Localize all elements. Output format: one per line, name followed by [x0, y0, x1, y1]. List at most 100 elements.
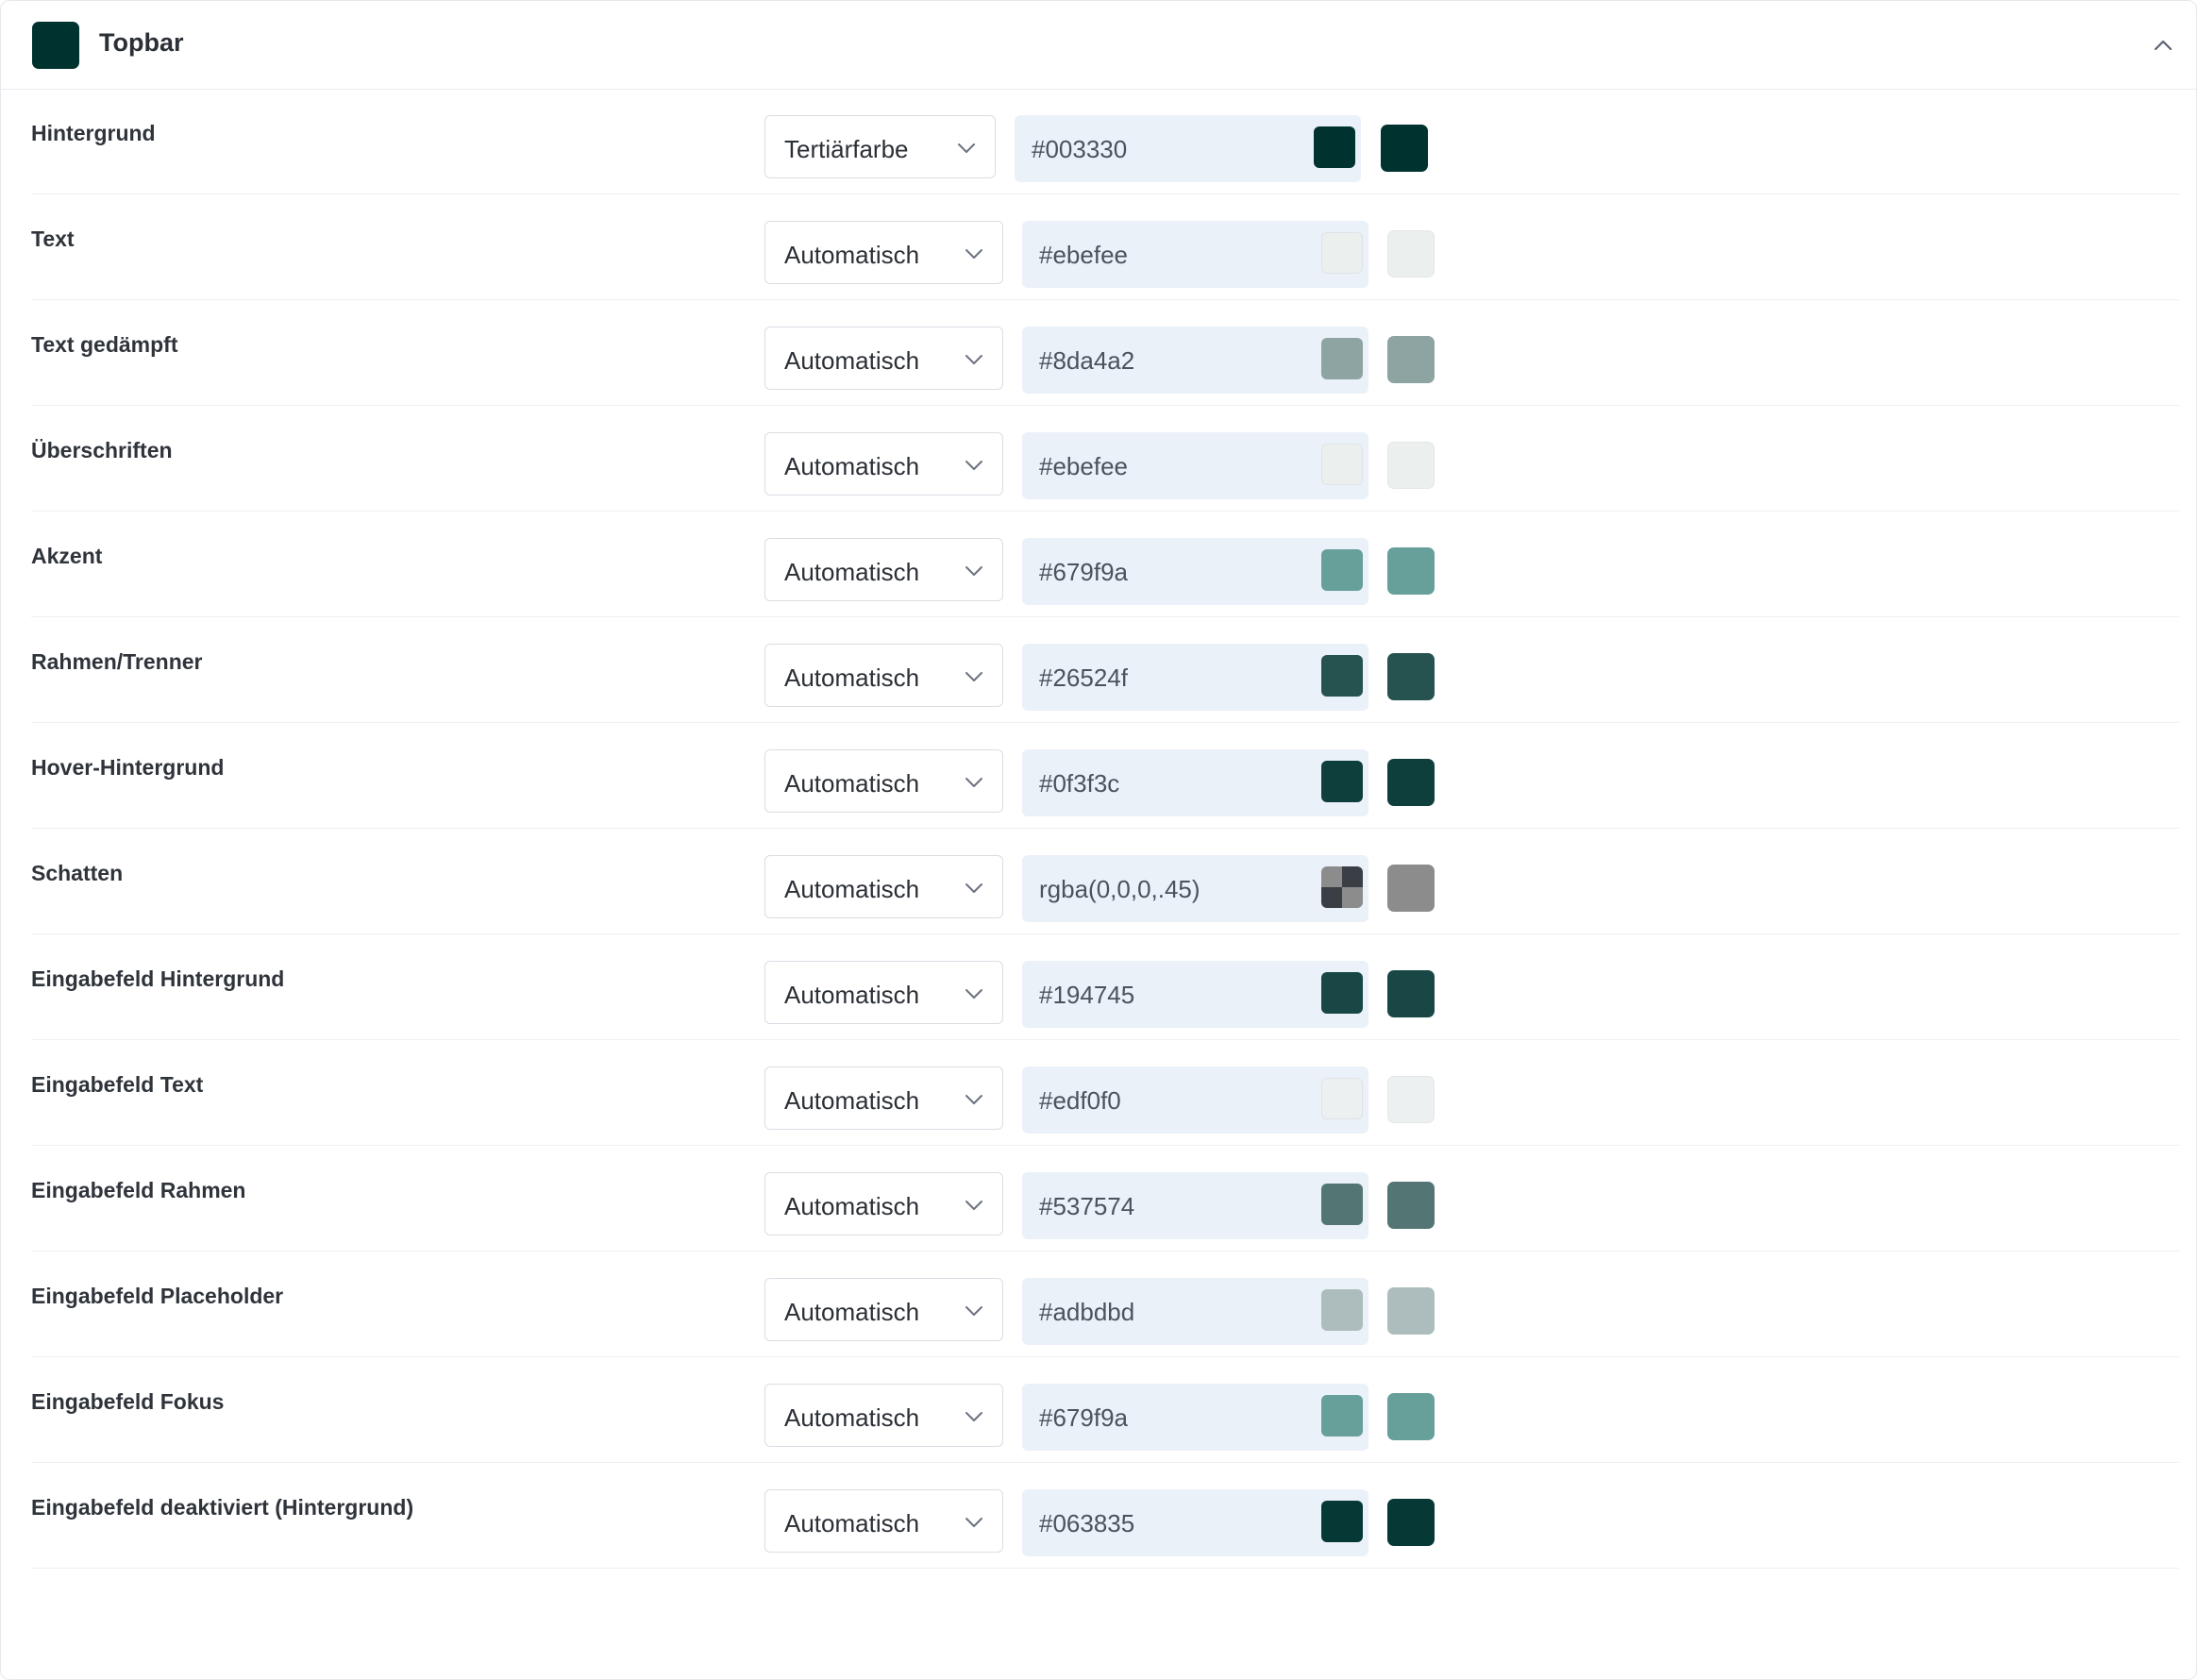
mode-select[interactable]: Automatisch — [764, 1489, 1003, 1553]
setting-label: Text — [31, 227, 75, 251]
color-picker-swatch[interactable] — [1387, 970, 1435, 1017]
inline-color-swatch[interactable] — [1321, 655, 1363, 697]
color-picker-swatch[interactable] — [1387, 1499, 1435, 1546]
mode-select-value: Automatisch — [784, 1192, 920, 1220]
color-value-input[interactable]: #edf0f0 — [1022, 1067, 1368, 1134]
color-value-input[interactable]: #679f9a — [1022, 538, 1368, 605]
setting-label: Eingabefeld Text — [31, 1072, 204, 1097]
setting-label: Überschriften — [31, 438, 173, 462]
color-picker-swatch[interactable] — [1387, 336, 1435, 383]
color-picker-swatch[interactable] — [1387, 1182, 1435, 1229]
color-picker-swatch[interactable] — [1387, 230, 1435, 277]
color-value-text: #8da4a2 — [1039, 346, 1135, 375]
color-picker-swatch[interactable] — [1387, 1076, 1435, 1123]
inline-color-swatch[interactable] — [1321, 761, 1363, 802]
chevron-down-icon — [965, 461, 982, 470]
mode-select[interactable]: Automatisch — [764, 538, 1003, 601]
color-value-input[interactable]: #537574 — [1022, 1172, 1368, 1239]
setting-label: Hover-Hintergrund — [31, 755, 225, 780]
inline-color-swatch[interactable] — [1321, 866, 1363, 908]
color-value-input[interactable]: #0f3f3c — [1022, 749, 1368, 816]
color-picker-swatch[interactable] — [1387, 759, 1435, 806]
color-setting-row: Eingabefeld Placeholder Automatisch #adb… — [31, 1252, 2179, 1357]
inline-color-swatch[interactable] — [1321, 232, 1363, 274]
chevron-down-icon — [965, 989, 982, 999]
color-value-text: #063835 — [1039, 1509, 1135, 1537]
inline-color-swatch[interactable] — [1321, 444, 1363, 485]
mode-select[interactable]: Automatisch — [764, 1278, 1003, 1341]
mode-select[interactable]: Tertiärfarbe — [764, 115, 996, 178]
color-picker-swatch[interactable] — [1381, 125, 1428, 172]
mode-select-value: Automatisch — [784, 875, 920, 903]
color-value-input[interactable]: #ebefee — [1022, 221, 1368, 288]
color-value-input[interactable]: rgba(0,0,0,.45) — [1022, 855, 1368, 922]
mode-select-value: Automatisch — [784, 452, 920, 480]
setting-label: Schatten — [31, 861, 124, 885]
mode-select-value: Automatisch — [784, 346, 920, 375]
inline-color-swatch[interactable] — [1321, 1078, 1363, 1119]
chevron-up-icon[interactable] — [2149, 31, 2177, 59]
color-value-input[interactable]: #003330 — [1015, 115, 1361, 182]
chevron-down-icon — [965, 1412, 982, 1421]
mode-select-value: Automatisch — [784, 241, 920, 269]
mode-select[interactable]: Automatisch — [764, 1067, 1003, 1130]
setting-label: Hintergrund — [31, 121, 156, 145]
mode-select[interactable]: Automatisch — [764, 221, 1003, 284]
chevron-down-icon — [965, 566, 982, 576]
chevron-down-icon — [965, 1201, 982, 1210]
inline-color-swatch[interactable] — [1321, 1501, 1363, 1542]
chevron-down-icon — [965, 1306, 982, 1316]
inline-color-swatch[interactable] — [1321, 338, 1363, 379]
mode-select[interactable]: Automatisch — [764, 855, 1003, 918]
header-color-swatch — [32, 22, 79, 69]
color-value-text: #679f9a — [1039, 558, 1128, 586]
mode-select-value: Automatisch — [784, 769, 920, 798]
mode-select[interactable]: Automatisch — [764, 1384, 1003, 1447]
mode-select[interactable]: Automatisch — [764, 1172, 1003, 1235]
panel-header[interactable]: Topbar — [1, 1, 2196, 90]
color-setting-row: Akzent Automatisch #679f9a — [31, 512, 2179, 617]
color-setting-row: Eingabefeld Hintergrund Automatisch #194… — [31, 934, 2179, 1040]
color-value-input[interactable]: #063835 — [1022, 1489, 1368, 1556]
color-setting-row: Eingabefeld Fokus Automatisch #679f9a — [31, 1357, 2179, 1463]
color-picker-swatch[interactable] — [1387, 1287, 1435, 1335]
mode-select[interactable]: Automatisch — [764, 961, 1003, 1024]
inline-color-swatch[interactable] — [1321, 1289, 1363, 1331]
setting-label: Eingabefeld Hintergrund — [31, 966, 285, 991]
color-setting-row: Überschriften Automatisch #ebefee — [31, 406, 2179, 512]
inline-color-swatch[interactable] — [1321, 549, 1363, 591]
inline-color-swatch[interactable] — [1321, 972, 1363, 1014]
setting-label: Akzent — [31, 544, 103, 568]
color-setting-row: Eingabefeld Text Automatisch #edf0f0 — [31, 1040, 2179, 1146]
mode-select-value: Automatisch — [784, 1509, 920, 1537]
color-value-input[interactable]: #adbdbd — [1022, 1278, 1368, 1345]
color-value-text: #edf0f0 — [1039, 1086, 1121, 1115]
chevron-down-icon — [958, 143, 975, 153]
color-picker-swatch[interactable] — [1387, 442, 1435, 489]
chevron-down-icon — [965, 249, 982, 259]
color-picker-swatch[interactable] — [1387, 653, 1435, 700]
color-value-text: #ebefee — [1039, 452, 1128, 480]
mode-select[interactable]: Automatisch — [764, 432, 1003, 496]
color-value-text: #194745 — [1039, 981, 1135, 1009]
color-value-input[interactable]: #8da4a2 — [1022, 327, 1368, 394]
color-value-input[interactable]: #ebefee — [1022, 432, 1368, 499]
color-picker-swatch[interactable] — [1387, 547, 1435, 595]
setting-label: Eingabefeld Rahmen — [31, 1178, 246, 1202]
inline-color-swatch[interactable] — [1314, 126, 1355, 168]
mode-select-value: Automatisch — [784, 981, 920, 1009]
color-value-input[interactable]: #26524f — [1022, 644, 1368, 711]
mode-select[interactable]: Automatisch — [764, 644, 1003, 707]
color-setting-row: Rahmen/Trenner Automatisch #26524f — [31, 617, 2179, 723]
mode-select[interactable]: Automatisch — [764, 749, 1003, 813]
color-value-input[interactable]: #194745 — [1022, 961, 1368, 1028]
mode-select[interactable]: Automatisch — [764, 327, 1003, 390]
color-value-input[interactable]: #679f9a — [1022, 1384, 1368, 1451]
color-picker-swatch[interactable] — [1387, 1393, 1435, 1440]
color-setting-row: Text Automatisch #ebefee — [31, 194, 2179, 300]
color-setting-row: Text gedämpft Automatisch #8da4a2 — [31, 300, 2179, 406]
inline-color-swatch[interactable] — [1321, 1395, 1363, 1436]
inline-color-swatch[interactable] — [1321, 1184, 1363, 1225]
color-picker-swatch[interactable] — [1387, 865, 1435, 912]
chevron-down-icon — [965, 1518, 982, 1527]
